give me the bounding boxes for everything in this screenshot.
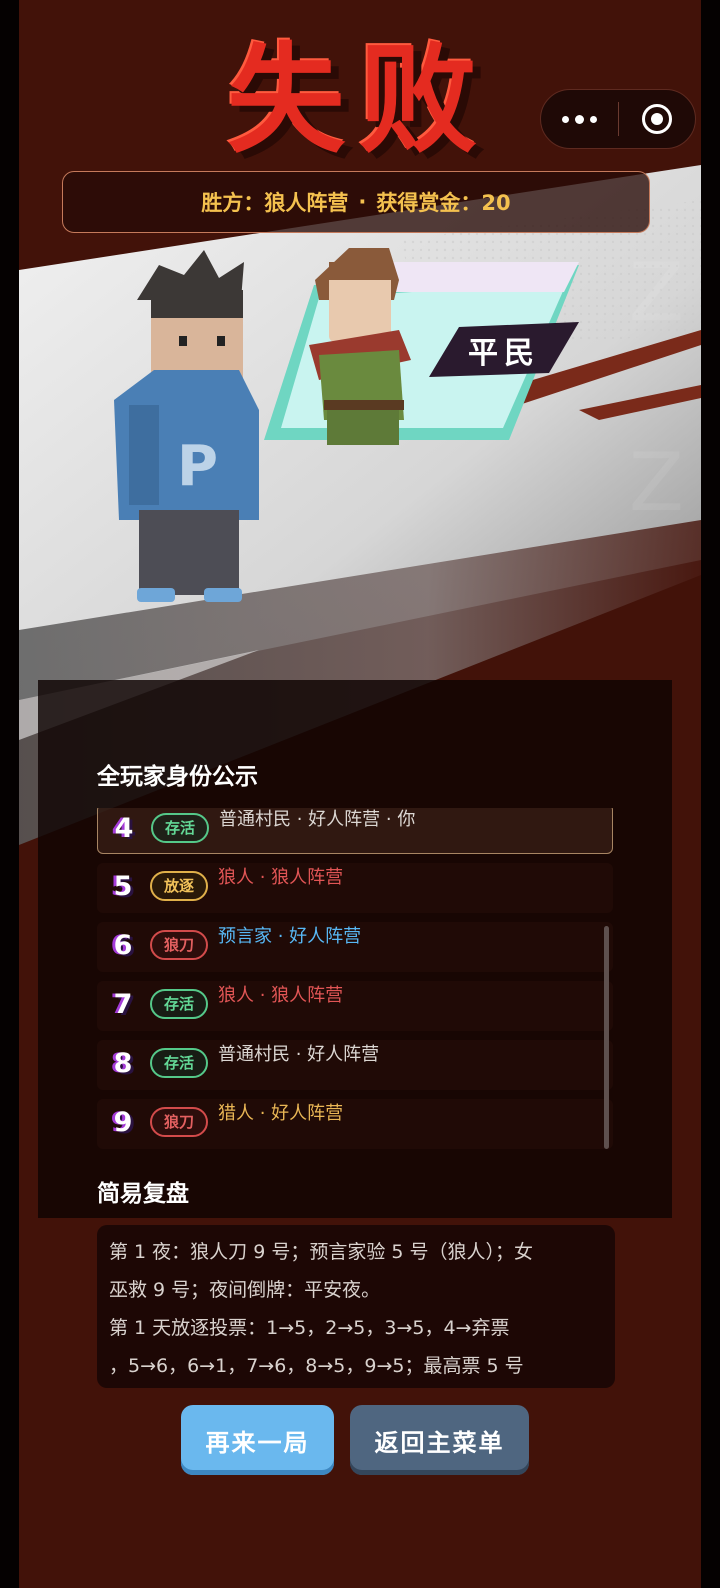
player-role-desc: 预言家 · 好人阵营: [218, 926, 362, 947]
winner-text: 胜方：狼人阵营: [201, 191, 349, 215]
review-line: 巫救 9 号；夜间倒牌：平安夜。: [109, 1279, 381, 1301]
capsule-menu: [540, 89, 696, 149]
result-summary: 胜方：狼人阵营 · 获得赏金：20: [62, 171, 650, 233]
review-line: ，5→6，6→1，7→6，8→5，9→5；最高票 5 号: [109, 1355, 524, 1377]
player-row: 6 狼刀 预言家 · 好人阵营: [97, 922, 613, 972]
main-menu-button[interactable]: 返回主菜单: [350, 1405, 529, 1475]
player-number: 8: [113, 1048, 133, 1079]
more-button[interactable]: [541, 90, 618, 148]
svg-text:P: P: [177, 434, 218, 499]
right-edge: [701, 0, 720, 1588]
svg-text:Z: Z: [629, 246, 684, 339]
player-list-scrollbar[interactable]: [604, 926, 609, 1149]
player-number: 4: [114, 813, 134, 844]
role-label: 平民: [468, 336, 540, 371]
player-number: 7: [113, 989, 133, 1020]
left-edge: [0, 0, 19, 1588]
status-badge: 存活: [150, 1048, 208, 1078]
player-row: 7 存活 狼人 · 狼人阵营: [97, 981, 613, 1031]
close-button[interactable]: [619, 90, 696, 148]
more-dots-icon: [561, 115, 569, 123]
player-role-desc: 猎人 · 好人阵营: [218, 1103, 344, 1124]
player-role-desc: 狼人 · 狼人阵营: [218, 985, 344, 1006]
status-badge: 放逐: [150, 871, 208, 901]
player-list[interactable]: 4 存活 普通村民 · 好人阵营 · 你 5 放逐 狼人 · 狼人阵营 6 狼刀…: [97, 808, 617, 1151]
close-target-icon: [641, 104, 672, 134]
status-badge: 狼刀: [150, 930, 208, 960]
page-title: 失败: [226, 31, 491, 169]
player-role-desc: 普通村民 · 好人阵营 · 你: [219, 809, 416, 830]
player-number: 5: [113, 871, 133, 902]
review-line: 第 1 夜：狼人刀 9 号；预言家验 5 号（狼人）；女: [109, 1241, 534, 1263]
status-badge: 存活: [150, 989, 208, 1019]
player-role-desc: 狼人 · 狼人阵营: [218, 867, 344, 888]
status-badge: 存活: [151, 813, 209, 843]
reward-text: 获得赏金：20: [376, 191, 511, 215]
player-row: 5 放逐 狼人 · 狼人阵营: [97, 863, 613, 913]
player-number: 6: [113, 930, 133, 961]
status-badge: 狼刀: [150, 1107, 208, 1137]
player-row: 8 存活 普通村民 · 好人阵营: [97, 1040, 613, 1090]
players-section-title: 全玩家身份公示: [97, 764, 258, 790]
review-line: 第 1 天放逐投票：1→5，2→5，3→5，4→弃票: [109, 1317, 510, 1339]
review-section-title: 简易复盘: [97, 1181, 189, 1207]
player-number: 9: [113, 1107, 133, 1138]
player-row: 9 狼刀 猎人 · 好人阵营: [97, 1099, 613, 1149]
player-row: 4 存活 普通村民 · 好人阵营 · 你: [97, 808, 613, 854]
player-role-desc: 普通村民 · 好人阵营: [218, 1044, 380, 1065]
svg-text:Z: Z: [629, 436, 684, 529]
role-character-villager: [309, 248, 411, 445]
result-separator: ·: [358, 190, 367, 214]
game-review: 第 1 夜：狼人刀 9 号；预言家验 5 号（狼人）；女 巫救 9 号；夜间倒牌…: [97, 1225, 615, 1388]
play-again-button[interactable]: 再来一局: [181, 1405, 334, 1475]
result-screen: Z Z P 失败 胜方：狼人阵营 · 获得赏金：20 平民 全玩家身份公示 4 …: [19, 0, 701, 1588]
